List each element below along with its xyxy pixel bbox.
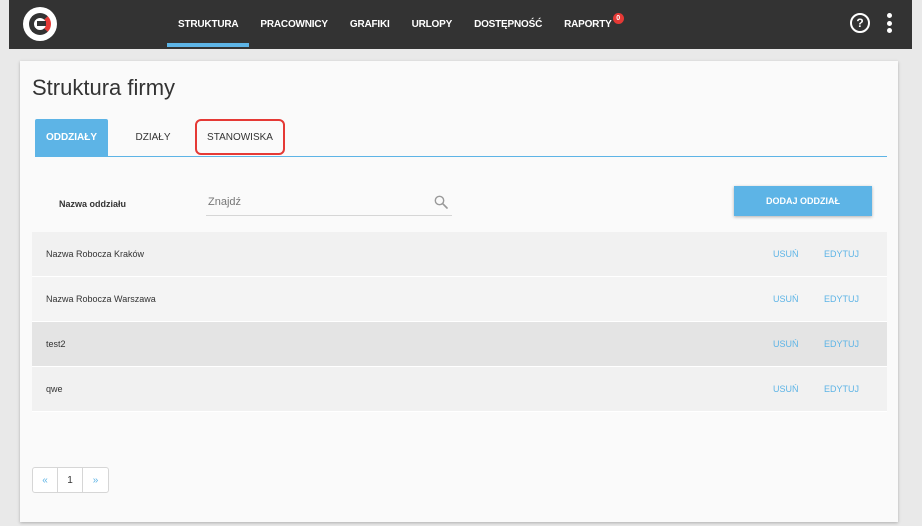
delete-link[interactable]: USUŃ [773,294,799,304]
row-name: test2 [46,339,66,349]
branch-table: Nazwa Robocza Kraków USUŃ EDYTUJ Nazwa R… [32,232,887,412]
tab-oddzialy[interactable]: ODDZIAŁY [35,119,108,156]
table-row: test2 USUŃ EDYTUJ [32,322,887,367]
notification-badge: 0 [612,13,624,24]
next-page-button[interactable]: » [83,468,108,492]
delete-link[interactable]: USUŃ [773,249,799,259]
content-card: Struktura firmy ODDZIAŁY DZIAŁY STANOWIS… [20,61,898,522]
prev-page-button[interactable]: « [33,468,58,492]
nav-item-raporty[interactable]: RAPORTY 0 [553,0,624,49]
edit-link[interactable]: EDYTUJ [824,384,859,394]
filter-label: Nazwa oddziału [59,199,127,209]
add-branch-button[interactable]: DODAJ ODDZIAŁ [734,186,872,216]
logo-bar [37,21,46,26]
tab-bar: ODDZIAŁY DZIAŁY STANOWISKA [35,119,887,157]
nav-item-urlopy[interactable]: URLOPY [401,0,463,49]
nav-item-dostepnosc[interactable]: DOSTĘPNOŚĆ [463,0,553,49]
row-name: Nazwa Robocza Kraków [46,249,145,259]
pagination: « 1 » [32,467,109,493]
search-field [206,190,452,216]
search-input[interactable] [206,190,426,214]
edit-link[interactable]: EDYTUJ [824,249,859,259]
row-name: qwe [46,384,63,394]
nav-item-raporty-label: RAPORTY [564,19,612,30]
table-row: Nazwa Robocza Kraków USUŃ EDYTUJ [32,232,887,277]
top-navbar: STRUKTURA PRACOWNICY GRAFIKI URLOPY DOST… [9,0,912,49]
row-name: Nazwa Robocza Warszawa [46,294,156,304]
nav-item-pracownicy[interactable]: PRACOWNICY [249,0,338,49]
table-row: qwe USUŃ EDYTUJ [32,367,887,412]
nav-item-grafiki[interactable]: GRAFIKI [339,0,401,49]
help-icon[interactable]: ? [850,13,870,33]
delete-link[interactable]: USUŃ [773,384,799,394]
nav-item-struktura[interactable]: STRUKTURA [167,0,250,49]
page-1-button[interactable]: 1 [58,468,83,492]
page-title: Struktura firmy [32,75,176,100]
edit-link[interactable]: EDYTUJ [824,294,859,304]
delete-link[interactable]: USUŃ [773,339,799,349]
edit-link[interactable]: EDYTUJ [824,339,859,349]
more-vertical-icon[interactable] [886,13,892,33]
tab-stanowiska[interactable]: STANOWISKA [195,119,285,155]
main-nav: STRUKTURA PRACOWNICY GRAFIKI URLOPY DOST… [167,0,624,49]
app-logo[interactable] [23,7,57,41]
table-row: Nazwa Robocza Warszawa USUŃ EDYTUJ [32,277,887,322]
search-icon[interactable] [434,195,448,209]
tab-dzialy[interactable]: DZIAŁY [123,119,183,156]
